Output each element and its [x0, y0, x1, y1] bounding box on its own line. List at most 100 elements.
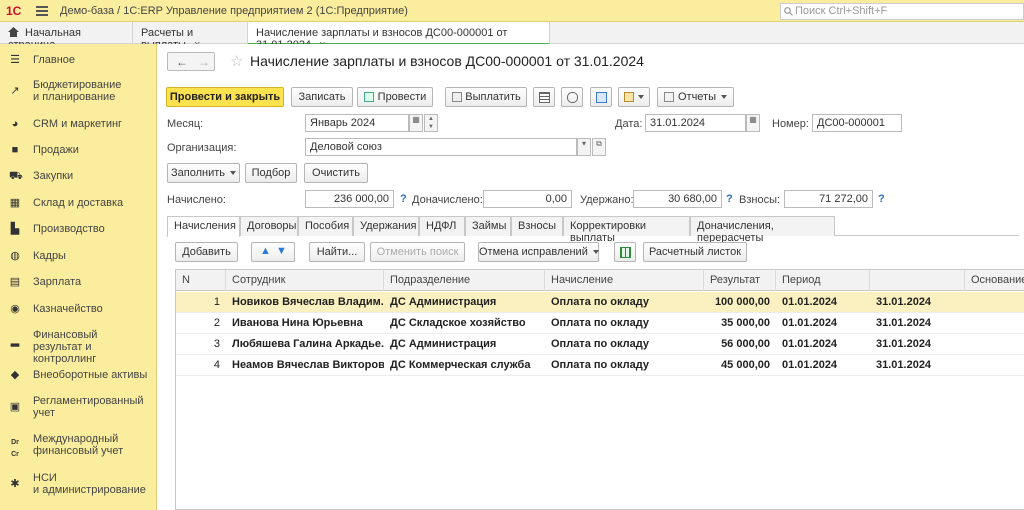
sidebar: ☰ Главное ↗ Бюджетирование и планирование … [0, 44, 157, 510]
result-cell[interactable]: 45 000,00 [704, 355, 776, 376]
result-cell[interactable]: 35 000,00 [704, 313, 776, 334]
tab-contributions[interactable]: Взносы [511, 216, 563, 236]
main-menu-icon[interactable] [36, 4, 48, 17]
period-end-cell[interactable]: 31.01.2024 [870, 334, 965, 355]
department-cell[interactable]: ДС Администрация [384, 292, 545, 313]
structure-button[interactable] [590, 87, 612, 107]
date-calendar-button[interactable]: ▦ [746, 114, 760, 132]
contributions-field[interactable]: 71 272,00 [784, 190, 873, 208]
employee-cell[interactable]: Любяшева Галина Аркадье... [226, 334, 384, 355]
move-rows-button[interactable]: ▲ ▼ [251, 242, 295, 262]
table-row[interactable]: 1 Новиков Вячеслав Владим... ДС Админист… [176, 292, 1024, 313]
result-cell[interactable]: 56 000,00 [704, 334, 776, 355]
contributions-help-icon[interactable]: ? [878, 193, 885, 205]
fill-menu-button[interactable]: Заполнить [167, 163, 240, 183]
add-row-button[interactable]: Добавить [175, 242, 238, 262]
tab-payroll-doc[interactable]: Начисление зарплаты и взносов ДС00-00000… [248, 22, 550, 51]
tab-home[interactable]: Начальная страница [0, 22, 133, 51]
clear-button[interactable]: Очистить [304, 163, 368, 183]
table-row[interactable]: 2 Иванова Нина Юрьевна ДС Складское хозя… [176, 313, 1024, 334]
withheld-field[interactable]: 30 680,00 [633, 190, 722, 208]
attachments-button[interactable] [561, 87, 583, 107]
tab-calculations[interactable]: Расчеты и выплаты× [133, 22, 248, 51]
column-employee[interactable]: Сотрудник [226, 270, 384, 291]
employee-cell[interactable]: Неамов Вячеслав Викторов... [226, 355, 384, 376]
pay-icon [452, 92, 462, 102]
column-department[interactable]: Подразделение [384, 270, 545, 291]
tab-contracts[interactable]: Договоры [240, 216, 298, 236]
organization-open-button[interactable]: ⧉ [592, 138, 606, 156]
save-button[interactable]: Записать [291, 87, 353, 107]
table-row[interactable]: 3 Любяшева Галина Аркадье... ДС Админист… [176, 334, 1024, 355]
bag-icon: ■ [11, 144, 19, 156]
department-cell[interactable]: ДС Складское хозяйство [384, 313, 545, 334]
column-n[interactable]: N [176, 270, 226, 291]
post-icon [364, 92, 374, 102]
find-button[interactable]: Найти... [309, 242, 365, 262]
payslip-button[interactable]: Расчетный листок [643, 242, 747, 262]
table-row[interactable]: 4 Неамов Вячеслав Викторов... ДС Коммерч… [176, 355, 1024, 376]
period-end-cell[interactable]: 31.01.2024 [870, 355, 965, 376]
calendar-button[interactable]: ▦ [409, 114, 423, 132]
month-stepper[interactable]: ▲ ▼ [424, 114, 438, 132]
period-start-cell[interactable]: 01.01.2024 [776, 334, 870, 355]
reports-menu-button[interactable]: Отчеты [657, 87, 734, 107]
employee-cell[interactable]: Новиков Вячеслав Владим... [226, 292, 384, 313]
document-journal-button[interactable] [533, 87, 555, 107]
period-start-cell[interactable]: 01.01.2024 [776, 313, 870, 334]
month-label: Месяц: [167, 118, 204, 130]
additional-field[interactable]: 0,00 [483, 190, 572, 208]
back-arrow-icon[interactable]: ← [176, 55, 188, 69]
result-cell[interactable]: 100 000,00 [704, 292, 776, 313]
cancel-corrections-button[interactable]: Отмена исправлений [478, 242, 599, 262]
employee-cell[interactable]: Иванова Нина Юрьевна [226, 313, 384, 334]
treasury-icon: ◉ [10, 303, 20, 315]
row-number: 1 [213, 296, 220, 308]
spreadsheet-icon [620, 247, 631, 258]
period-start-cell[interactable]: 01.01.2024 [776, 355, 870, 376]
cancel-search-button[interactable]: Отменить поиск [370, 242, 465, 262]
tab-recalculations[interactable]: Доначисления, перерасчеты [690, 216, 835, 244]
page-title: Начисление зарплаты и взносов ДС00-00000… [250, 53, 644, 69]
tab-payment-adjustments[interactable]: Корректировки выплаты [563, 216, 690, 244]
accrued-help-icon[interactable]: ? [400, 193, 407, 205]
accrual-cell[interactable]: Оплата по окладу [545, 355, 704, 376]
withheld-label: Удержано: [580, 194, 634, 206]
column-period[interactable]: Период [776, 270, 870, 291]
print-menu-button[interactable] [618, 87, 650, 107]
department-cell[interactable]: ДС Коммерческая служба [384, 355, 545, 376]
post-and-close-button[interactable]: Провести и закрыть [166, 87, 284, 107]
post-button[interactable]: Провести [357, 87, 433, 107]
reports-button-label: Отчеты [677, 91, 717, 103]
forward-arrow-icon[interactable]: → [198, 55, 210, 69]
tab-loans[interactable]: Займы [465, 216, 511, 236]
favorite-star-icon[interactable]: ☆ [230, 52, 243, 70]
accrued-field[interactable]: 236 000,00 [305, 190, 394, 208]
date-field[interactable]: 31.01.2024 [645, 114, 746, 132]
pick-button[interactable]: Подбор [245, 163, 297, 183]
column-period-end[interactable] [870, 270, 965, 291]
global-search-input[interactable]: Поиск Ctrl+Shift+F [780, 3, 1024, 20]
sidebar-item-label: Закупки [33, 170, 74, 182]
column-accrual[interactable]: Начисление [545, 270, 704, 291]
pay-button[interactable]: Выплатить [445, 87, 527, 107]
period-end-cell[interactable]: 31.01.2024 [870, 313, 965, 334]
excel-export-button[interactable] [614, 242, 636, 262]
month-field[interactable]: Январь 2024 [305, 114, 409, 132]
accrual-cell[interactable]: Оплата по окладу [545, 292, 704, 313]
period-start-cell[interactable]: 01.01.2024 [776, 292, 870, 313]
column-basis[interactable]: Основание [965, 270, 1024, 291]
organization-dropdown-button[interactable]: ▾ [577, 138, 591, 156]
department-cell[interactable]: ДС Администрация [384, 334, 545, 355]
tab-accruals[interactable]: Начисления [167, 216, 240, 237]
column-result[interactable]: Результат [704, 270, 776, 291]
accrual-cell[interactable]: Оплата по окладу [545, 334, 704, 355]
accrual-cell[interactable]: Оплата по окладу [545, 313, 704, 334]
tab-benefits[interactable]: Пособия [298, 216, 353, 236]
number-field[interactable]: ДС00-000001 [812, 114, 902, 132]
withheld-help-icon[interactable]: ? [726, 193, 733, 205]
tab-ndfl[interactable]: НДФЛ [419, 216, 465, 236]
organization-field[interactable]: Деловой союз [305, 138, 577, 156]
period-end-cell[interactable]: 31.01.2024 [870, 292, 965, 313]
tab-deductions[interactable]: Удержания [353, 216, 419, 236]
